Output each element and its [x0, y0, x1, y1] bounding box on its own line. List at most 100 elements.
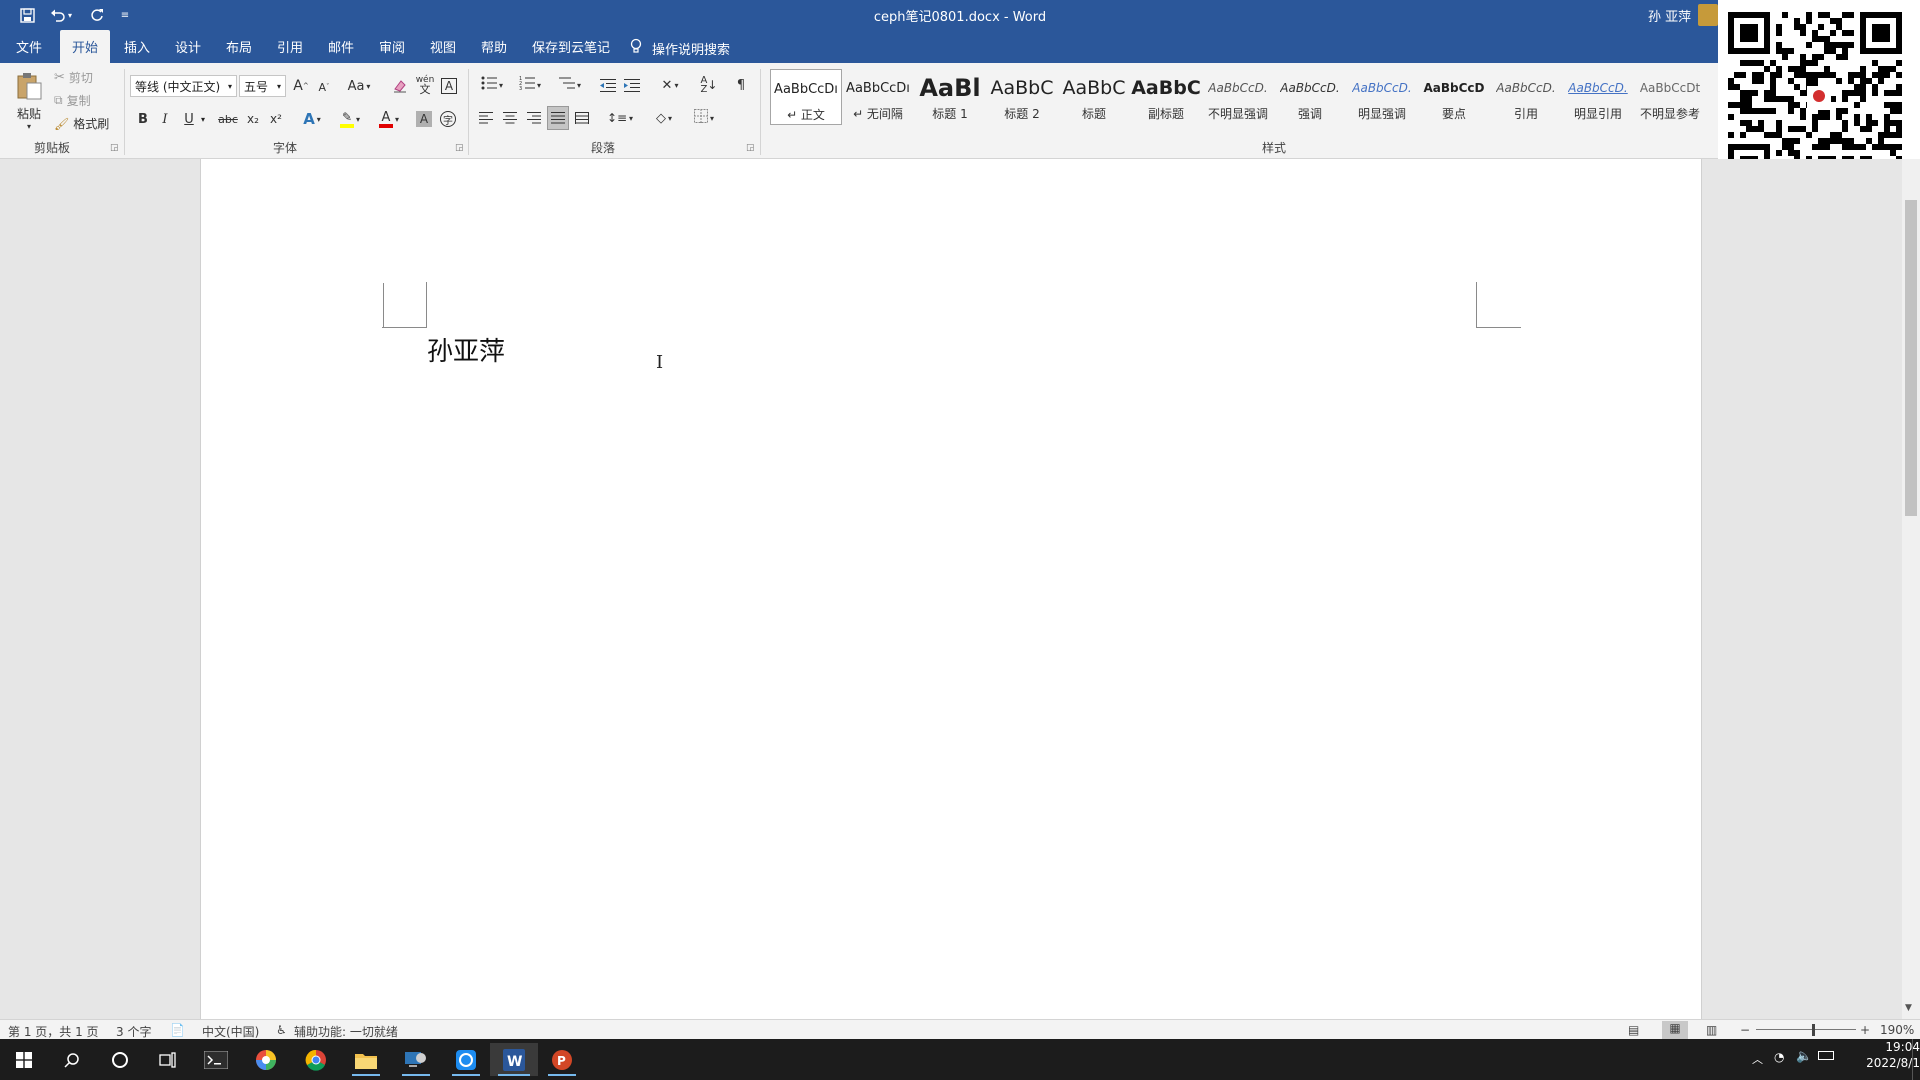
terminal-app-icon[interactable]: [194, 1043, 238, 1076]
style-6[interactable]: AaBbC 副标题: [1130, 69, 1202, 125]
zoom-level[interactable]: 190%: [1880, 1023, 1914, 1037]
style-2[interactable]: AaBbCcDı ↵ 无间隔: [842, 69, 914, 125]
scroll-down-arrow-icon[interactable]: ▼: [1905, 1003, 1912, 1013]
cut-button[interactable]: ✂ 剪切: [54, 69, 93, 86]
remote-desktop-icon[interactable]: [394, 1043, 438, 1076]
grow-font-button[interactable]: A ^: [291, 76, 311, 96]
page-count[interactable]: 第 1 页，共 1 页: [8, 1023, 99, 1040]
paragraph-dialog-launcher-icon[interactable]: ◲: [746, 143, 755, 153]
tab-help[interactable]: 帮助: [469, 30, 519, 63]
show-formatting-marks-icon[interactable]: ¶: [730, 74, 752, 96]
style-8[interactable]: AaBbCcD. 强调: [1274, 69, 1346, 125]
chat-app-icon[interactable]: [444, 1043, 488, 1076]
word-count[interactable]: 3 个字: [116, 1023, 151, 1040]
tab-layout[interactable]: 布局: [214, 30, 264, 63]
user-avatar[interactable]: [1698, 4, 1718, 26]
multilevel-list-button[interactable]: ▾: [554, 74, 586, 96]
highlight-color-button[interactable]: ✎ ▾: [334, 109, 366, 129]
powerpoint-app-icon[interactable]: P: [540, 1043, 584, 1076]
file-explorer-icon[interactable]: [344, 1043, 388, 1076]
read-mode-icon[interactable]: ▤: [1628, 1023, 1639, 1037]
enclose-characters-icon[interactable]: 字: [438, 109, 458, 129]
volume-icon[interactable]: 🔈: [1796, 1049, 1812, 1064]
tab-home[interactable]: 开始: [60, 30, 111, 63]
character-border-button[interactable]: A: [439, 76, 459, 96]
italic-button[interactable]: I: [156, 109, 174, 129]
character-shading-button[interactable]: A: [414, 109, 434, 129]
search-icon[interactable]: [50, 1043, 94, 1076]
font-name-select[interactable]: 等线 (中文正文) ▾: [130, 75, 237, 97]
windows-start-icon[interactable]: [2, 1043, 46, 1076]
increase-indent-icon[interactable]: [622, 74, 642, 96]
sort-icon[interactable]: A Z ↓: [698, 74, 720, 96]
style-1[interactable]: AaBbCcDı ↵ 正文: [770, 69, 842, 125]
zoom-slider[interactable]: [1756, 1029, 1856, 1030]
tab-mailings[interactable]: 邮件: [316, 30, 366, 63]
show-hidden-icons-icon[interactable]: ︿: [1752, 1051, 1763, 1067]
style-13[interactable]: AaBbCcDt 不明显参考: [1634, 69, 1706, 125]
colorful-browser-icon[interactable]: [244, 1043, 288, 1076]
chinese-layout-button[interactable]: ✕ ▾: [654, 74, 686, 96]
change-case-button[interactable]: Aa ▾: [344, 76, 374, 96]
font-color-button[interactable]: A ▾: [373, 109, 405, 129]
chrome-icon[interactable]: [294, 1043, 338, 1076]
tab-review[interactable]: 审阅: [367, 30, 417, 63]
font-dialog-launcher-icon[interactable]: ◲: [455, 143, 464, 153]
bold-button[interactable]: B: [134, 109, 152, 129]
paste-button[interactable]: 粘贴 ▾: [10, 69, 48, 133]
clipboard-dialog-launcher-icon[interactable]: ◲: [110, 143, 119, 153]
justify-icon[interactable]: [547, 106, 569, 130]
style-7[interactable]: AaBbCcD. 不明显强调: [1202, 69, 1274, 125]
format-painter-button[interactable]: 🖌 格式刷: [54, 115, 109, 132]
line-spacing-button[interactable]: ↕≡ ▾: [604, 107, 636, 129]
style-9[interactable]: AaBbCcD. 明显强调: [1346, 69, 1418, 125]
web-layout-icon[interactable]: ▥: [1706, 1023, 1717, 1037]
task-view-icon[interactable]: [146, 1043, 190, 1076]
superscript-button[interactable]: x²: [266, 109, 286, 129]
text-effects-button[interactable]: A ▾: [298, 109, 326, 129]
numbering-button[interactable]: 1 2 3 ▾: [514, 74, 546, 96]
zoom-slider-thumb[interactable]: [1812, 1024, 1815, 1036]
show-desktop-button[interactable]: [1912, 1039, 1913, 1080]
style-11[interactable]: AaBbCcD. 引用: [1490, 69, 1562, 125]
align-right-icon[interactable]: [524, 107, 544, 129]
word-app-icon[interactable]: W: [490, 1043, 538, 1076]
zoom-out-icon[interactable]: −: [1740, 1023, 1750, 1037]
subscript-button[interactable]: x₂: [243, 109, 263, 129]
underline-dropdown-icon[interactable]: ▾: [201, 115, 205, 124]
tab-file[interactable]: 文件: [4, 30, 54, 63]
tab-save-to-cloud-notes[interactable]: 保存到云笔记: [520, 30, 622, 63]
distributed-icon[interactable]: [572, 107, 592, 129]
user-name[interactable]: 孙 亚萍: [1648, 6, 1691, 25]
style-4[interactable]: AaBbC 标题 2: [986, 69, 1058, 125]
style-3[interactable]: AaBl 标题 1: [914, 69, 986, 125]
underline-button[interactable]: U: [180, 109, 198, 129]
bullets-button[interactable]: ▾: [476, 74, 508, 96]
style-10[interactable]: AaBbCcD 要点: [1418, 69, 1490, 125]
tab-references[interactable]: 引用: [265, 30, 315, 63]
clear-formatting-icon[interactable]: [390, 76, 410, 96]
decrease-indent-icon[interactable]: [598, 74, 618, 96]
cortana-icon[interactable]: [98, 1043, 142, 1076]
accessibility-status[interactable]: 辅助功能: 一切就绪: [294, 1023, 398, 1040]
font-size-select[interactable]: 五号 ▾: [239, 75, 286, 97]
network-icon[interactable]: ◔: [1774, 1050, 1784, 1064]
battery-icon[interactable]: [1818, 1051, 1834, 1060]
zoom-in-icon[interactable]: +: [1860, 1023, 1870, 1037]
align-left-icon[interactable]: [476, 107, 496, 129]
tab-view[interactable]: 视图: [418, 30, 468, 63]
copy-button[interactable]: ⧉ 复制: [54, 92, 91, 109]
document-body-text[interactable]: 孙亚萍: [427, 331, 505, 368]
shrink-font-button[interactable]: Aˇ: [314, 78, 334, 96]
tab-design[interactable]: 设计: [163, 30, 213, 63]
phonetic-guide-button[interactable]: wén 文: [414, 74, 436, 96]
tell-me-search[interactable]: 操作说明搜索: [630, 38, 730, 58]
system-clock[interactable]: 19:04 2022/8/1: [0, 1039, 1920, 1071]
borders-button[interactable]: ▾: [688, 107, 720, 129]
scrollbar-thumb[interactable]: [1905, 200, 1917, 516]
proofing-icon[interactable]: 📄: [170, 1023, 185, 1037]
print-layout-icon[interactable]: ▦: [1662, 1021, 1688, 1039]
tab-insert[interactable]: 插入: [112, 30, 162, 63]
language-indicator[interactable]: 中文(中国): [202, 1023, 259, 1040]
strikethrough-button[interactable]: abc: [216, 109, 240, 129]
